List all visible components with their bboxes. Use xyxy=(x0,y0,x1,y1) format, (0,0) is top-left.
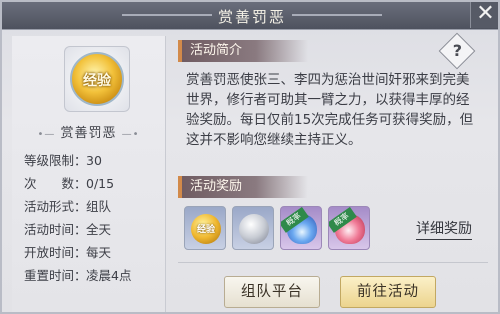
activity-icon-text: 经验 xyxy=(83,73,111,89)
name-ornament-left: •— xyxy=(37,129,56,140)
reward-item[interactable]: 概率 xyxy=(328,206,370,250)
info-label: 次 数： xyxy=(24,176,87,191)
info-row: 活动时间：全天 xyxy=(24,219,164,242)
rewards-section-header: 活动奖励 xyxy=(178,176,308,198)
info-value: 0/15 xyxy=(86,176,115,191)
info-value: 凌晨4点 xyxy=(86,268,132,283)
info-row: 次 数：0/15 xyxy=(24,173,164,196)
name-ornament-right: —• xyxy=(121,129,140,140)
info-value: 30 xyxy=(86,153,102,168)
info-value: 组队 xyxy=(86,199,112,214)
info-value: 每天 xyxy=(86,245,112,260)
question-mark-icon: ? xyxy=(452,41,462,61)
activity-name-text: 赏善罚恶 xyxy=(60,126,117,141)
window-title: 赏善罚恶 xyxy=(217,8,286,26)
info-value: 全天 xyxy=(86,222,112,237)
activity-detail-panel: 活动简介 ? 赏善罚恶使张三、李四为惩治世间奸邪来到完美世界，修行者可助其一臂之… xyxy=(174,32,492,312)
title-ornament-right xyxy=(292,14,382,16)
info-label: 活动形式： xyxy=(24,199,87,214)
info-label: 等级限制： xyxy=(24,153,87,168)
exp-orb-icon: 经验 xyxy=(70,52,124,106)
help-button[interactable]: ? xyxy=(438,32,476,70)
reward-item[interactable]: 经验 xyxy=(184,206,226,250)
info-row: 开放时间：每天 xyxy=(24,242,164,265)
reward-list: 经验 概率 概率 xyxy=(184,206,384,252)
exp-orb-icon: 经验 xyxy=(191,214,221,244)
info-label: 活动时间： xyxy=(24,222,87,237)
go-activity-button[interactable]: 前往活动 xyxy=(340,276,436,308)
activity-info-panel: 经验 •— 赏善罚恶 —• 等级限制：30 次 数：0/15 活动形式：组队 活… xyxy=(12,36,166,312)
bottom-divider xyxy=(178,262,488,263)
team-platform-button[interactable]: 组队平台 xyxy=(224,276,320,308)
title-bar: 赏善罚恶 ✕ xyxy=(2,2,498,30)
reward-item[interactable] xyxy=(232,206,274,250)
activity-info-list: 等级限制：30 次 数：0/15 活动形式：组队 活动时间：全天 开放时间：每天… xyxy=(24,150,164,288)
silver-coin-icon xyxy=(239,214,269,244)
detail-rewards-link[interactable]: 详细奖励 xyxy=(416,218,472,240)
activity-description: 赏善罚恶使张三、李四为惩治世间奸邪来到完美世界，修行者可助其一臂之力，以获得丰厚… xyxy=(186,72,474,148)
info-row: 等级限制：30 xyxy=(24,150,164,173)
info-label: 重置时间： xyxy=(24,268,87,283)
activity-window: 赏善罚恶 ✕ 经验 •— 赏善罚恶 —• 等级限制：30 次 数：0/15 活动… xyxy=(0,0,500,314)
activity-name: •— 赏善罚恶 —• xyxy=(12,122,165,141)
info-label: 开放时间： xyxy=(24,245,87,260)
info-row: 活动形式：组队 xyxy=(24,196,164,219)
intro-section-header: 活动简介 xyxy=(178,40,308,62)
info-row: 重置时间：凌晨4点 xyxy=(24,265,164,288)
reward-item[interactable]: 概率 xyxy=(280,206,322,250)
close-button[interactable]: ✕ xyxy=(470,2,498,28)
activity-icon-frame: 经验 xyxy=(64,46,130,112)
reward-icon-text: 经验 xyxy=(196,225,215,235)
